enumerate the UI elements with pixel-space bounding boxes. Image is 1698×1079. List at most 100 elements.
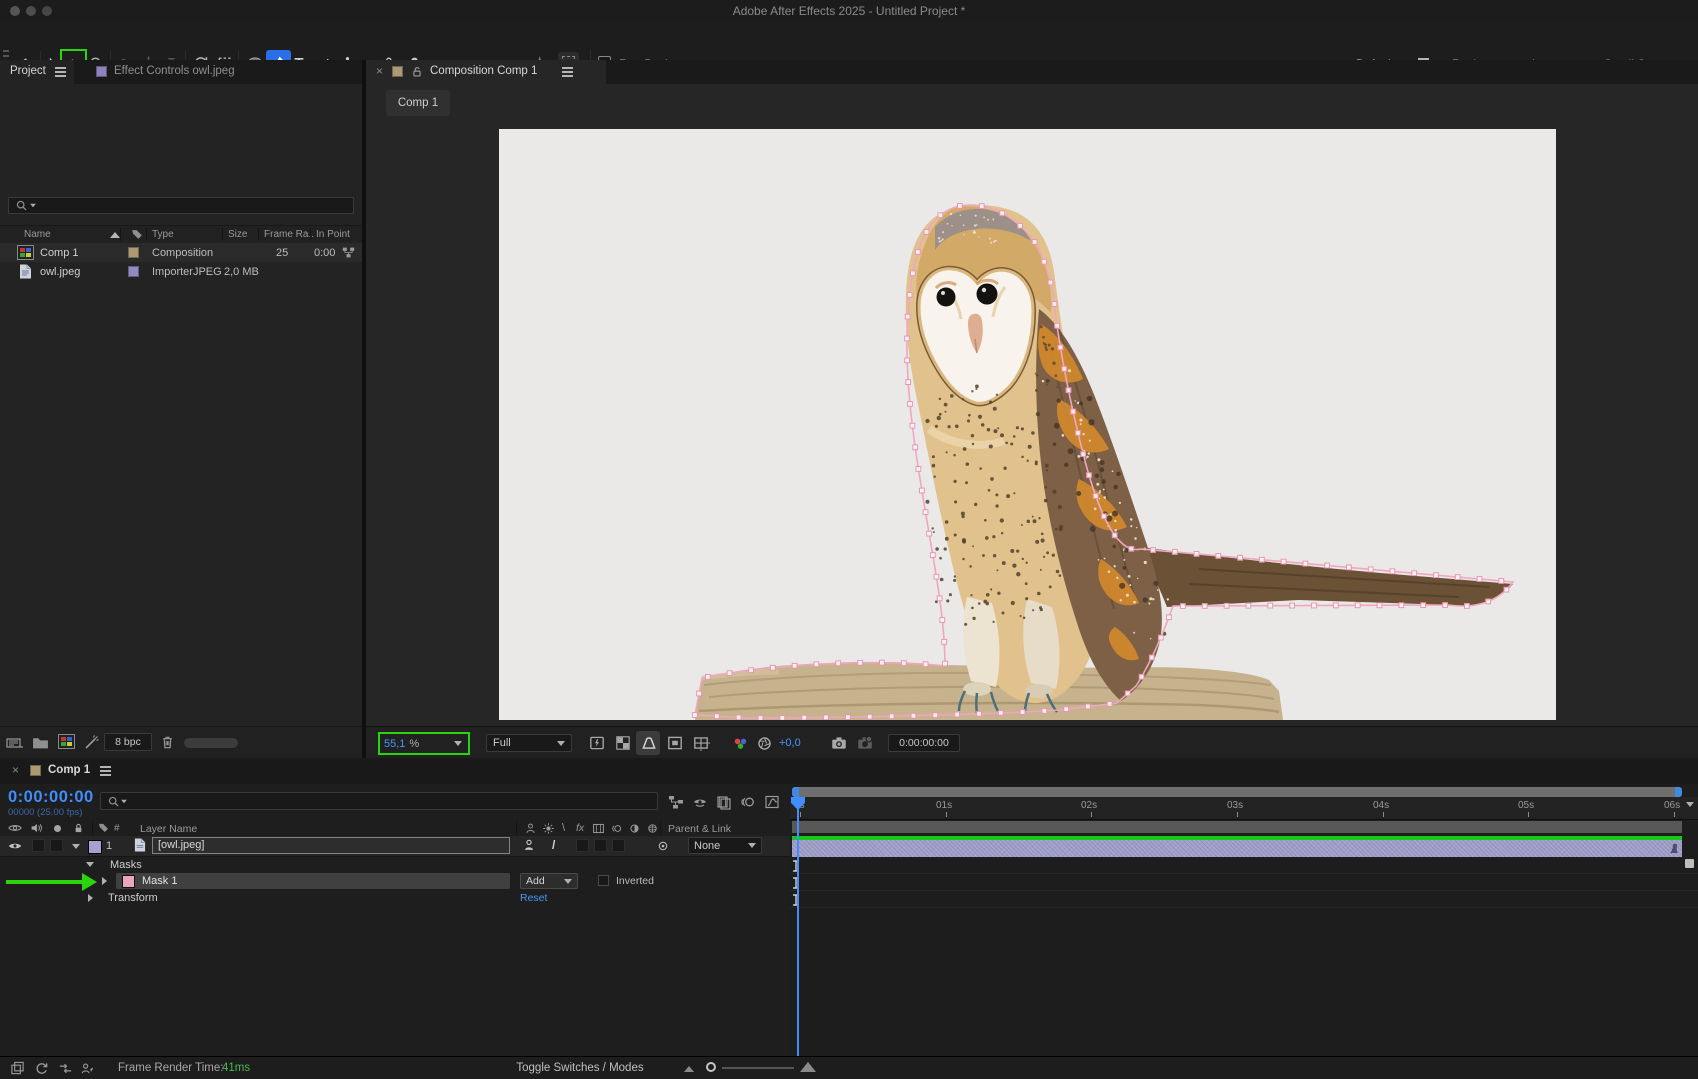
lock-open-icon[interactable] [410,65,424,79]
project-settings-icon[interactable] [84,734,100,750]
layer-name-column-label[interactable]: Layer Name [140,823,197,835]
timeline-zoom-in-icon[interactable] [800,1062,816,1072]
parent-pickwhip-icon[interactable] [656,839,670,853]
timeline-zoom-track[interactable] [722,1067,794,1069]
ruler-options-chevron-icon[interactable] [1686,802,1694,807]
label-color-column-icon[interactable] [130,227,144,241]
project-panel-menu-icon[interactable] [55,71,66,73]
frame-blending-icon[interactable] [716,794,732,810]
switch-frame-blend-icon[interactable] [592,822,605,835]
project-row-owl[interactable]: owl.jpeg ImporterJPEG 2,0 MB [0,262,362,281]
sort-ascending-icon[interactable] [110,232,120,238]
trash-icon[interactable] [160,734,175,750]
mask1-color-swatch[interactable] [122,875,135,888]
timeline-tab-close[interactable]: × [12,763,19,777]
checkerboard-bg-icon[interactable] [692,734,710,752]
transform-expand-chevron-icon[interactable] [88,894,93,902]
parent-dropdown[interactable]: None [688,837,762,854]
motion-blur-icon[interactable] [740,794,756,810]
mask-inverted-checkbox[interactable] [598,875,609,886]
mask1-row[interactable]: Mask 1 Add Inverted [0,873,790,890]
transparency-grid-icon[interactable] [614,734,632,752]
exposure-toggle-icon[interactable] [588,734,606,752]
channel-rgb-icon[interactable] [732,735,749,752]
label-color-swatch[interactable] [128,247,139,258]
new-folder-icon[interactable] [32,735,49,750]
comp-viewer-tab[interactable]: Comp 1 [386,90,450,116]
masks-group-row[interactable]: Masks [0,856,790,873]
layer-label-color[interactable] [88,840,102,854]
layer-solo-cell[interactable] [50,839,63,852]
switch-adjustment-icon[interactable] [628,822,641,835]
mask-visibility-icon[interactable] [640,734,658,752]
zoom-chevron-icon[interactable] [454,741,462,746]
layer-switch-cell[interactable] [594,839,607,852]
switch-effects-icon[interactable]: fx [576,822,584,834]
timeline-panel-menu-icon[interactable] [100,770,111,772]
parent-link-column-label[interactable]: Parent & Link [668,823,731,835]
switch-3d-icon[interactable] [646,822,659,835]
switch-shy-icon[interactable] [524,822,537,835]
preview-timecode-box[interactable]: 0:00:00:00 [888,734,960,752]
current-timecode[interactable]: 0:00:00:00 [8,788,94,807]
time-ruler[interactable]: 0s 01s 02s 03s 04s 05s 06s [790,797,1698,820]
magnification-control[interactable]: 55,1 % [384,736,464,751]
work-area-bar[interactable] [792,787,1682,797]
transform-reset-link[interactable]: Reset [520,892,547,904]
snapshot-camera-icon[interactable] [830,734,848,752]
mask1-expand-chevron-icon[interactable] [102,877,107,885]
playhead-line[interactable] [797,797,799,1056]
graph-editor-icon[interactable] [764,794,780,810]
track-scroll-handle[interactable] [1685,859,1694,868]
comp-tab-close[interactable]: × [376,64,383,78]
layer-expand-chevron-icon[interactable] [72,844,80,849]
show-snapshot-icon[interactable] [856,734,874,752]
timeline-zoom-knob[interactable] [706,1062,716,1072]
switch-motion-blur-icon[interactable] [610,822,623,835]
work-area-end-handle[interactable] [1675,787,1682,797]
timeline-zoom-out-icon[interactable] [684,1066,694,1072]
layer-switch-cell[interactable] [612,839,625,852]
col-name[interactable]: Name [24,229,51,240]
refresh-icon[interactable] [34,1061,49,1076]
comp-panel-menu-icon[interactable] [562,71,573,73]
shy-layers-icon[interactable] [692,794,708,810]
project-row-comp1[interactable]: Comp 1 Composition 25 0:00 [0,243,362,262]
exposure-shutter-icon[interactable] [756,735,773,752]
interpret-footage-icon[interactable] [6,735,24,751]
mask-mode-dropdown[interactable]: Add [520,873,578,889]
col-size[interactable]: Size [228,229,247,240]
layer-duration-bar[interactable] [792,840,1682,857]
lock-column-icon[interactable] [72,821,85,835]
project-search-input[interactable] [8,197,354,214]
label-column-icon[interactable] [97,821,110,834]
layer-row-owl[interactable]: 1 [owl.jpeg] / None [0,836,790,857]
in-out-arrows-icon[interactable] [58,1061,73,1076]
composition-mini-flowchart-icon[interactable] [668,794,684,810]
layer-quality-switch[interactable]: / [552,838,555,852]
new-composition-icon[interactable] [58,734,75,749]
switch-quality-icon[interactable]: \ [562,822,565,834]
search-options-chevron-icon[interactable] [30,204,36,208]
render-queue-icon[interactable] [10,1061,25,1076]
col-type[interactable]: Type [152,229,174,240]
layer-visibility-eye-icon[interactable] [8,840,22,852]
layer-name-field[interactable]: [owl.jpeg] [152,837,510,854]
col-frame-rate[interactable]: Frame Ra.. [264,229,314,240]
transform-row[interactable]: Transform Reset [0,890,790,907]
timeline-tab-label[interactable]: Comp 1 [48,764,90,776]
solo-column-icon[interactable] [54,825,61,832]
toggle-switches-modes-button[interactable]: Toggle Switches / Modes [460,1062,700,1074]
index-column-label[interactable]: # [114,823,120,834]
timeline-search-input[interactable] [100,792,658,810]
switch-collapse-icon[interactable] [542,822,555,835]
composition-canvas[interactable] [499,129,1556,720]
performance-icon[interactable] [80,1061,95,1076]
layer-audio-cell[interactable] [32,839,45,852]
audio-column-icon[interactable] [30,822,43,834]
tab-effect-controls[interactable]: Effect Controls owl.jpeg [114,65,235,77]
masks-expand-chevron-icon[interactable] [86,862,94,867]
bit-depth-button[interactable]: 8 bpc [104,733,152,751]
video-column-icon[interactable] [8,822,22,834]
region-of-interest-icon[interactable] [666,734,684,752]
